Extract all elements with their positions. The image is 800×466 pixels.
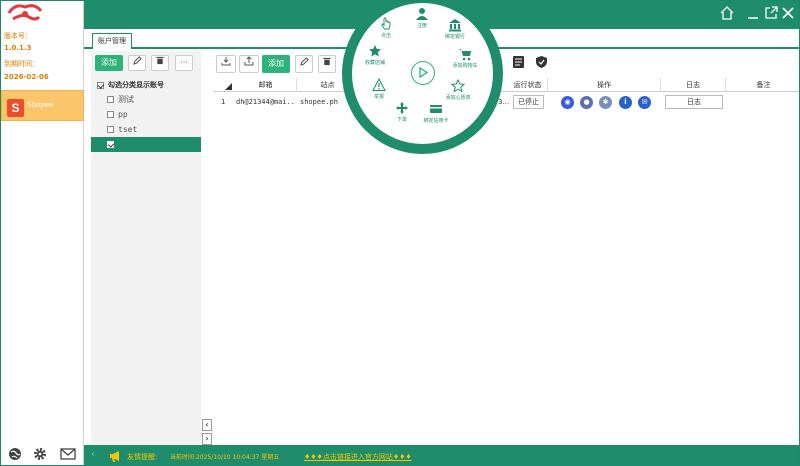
- table-header: 邮箱 站点 运行状态 操作 日志 备注: [213, 78, 799, 92]
- mail-icon[interactable]: [60, 447, 76, 463]
- radial-menu-inner: 注册 绑定银行 添加购物车 添加心愿单 绑定信用卡 下单 举报 收藏店铺 点击: [352, 3, 493, 144]
- play-button[interactable]: [411, 61, 435, 85]
- star-icon: [369, 45, 381, 57]
- trash-icon: [323, 57, 331, 66]
- more-button[interactable]: ···: [175, 55, 193, 71]
- row-email: dh@21344@mai...: [236, 98, 296, 106]
- bank-icon: [449, 19, 461, 32]
- shield-check-icon[interactable]: [533, 55, 549, 73]
- category-panel: 添加 ··· 勾选分类显示账号 测试 pp tset: [91, 51, 201, 445]
- category-item-selected[interactable]: [91, 137, 201, 152]
- shopee-bag-icon: S: [7, 99, 24, 117]
- category-checkbox[interactable]: [107, 111, 114, 118]
- play-icon: [419, 66, 429, 79]
- scroll-right-button[interactable]: ›: [202, 433, 212, 445]
- star-outline-icon: [451, 79, 465, 93]
- reminder-label: 友情提醒:: [127, 453, 158, 461]
- minimize-icon[interactable]: [744, 6, 762, 24]
- sidebar: 版本号： 1.0.1.3 到期时间： 2026-02-06 S Shopee: [1, 1, 84, 465]
- upload-icon: [244, 56, 254, 66]
- radial-item-report[interactable]: 举报: [359, 78, 399, 100]
- category-checkbox[interactable]: [107, 126, 114, 133]
- radial-item-add-wishlist[interactable]: 添加心愿单: [438, 79, 478, 101]
- sidebar-footer: [1, 447, 84, 463]
- chevron-left-icon[interactable]: ‹: [91, 449, 95, 460]
- radial-item-bind-card[interactable]: 绑定信用卡: [416, 102, 456, 124]
- sidebar-item-shopee[interactable]: S Shopee: [1, 90, 84, 121]
- import-button[interactable]: [216, 55, 236, 73]
- table-row[interactable]: 1 dh@21344@mai... shopee.ph 3... 已停止 ◉ ●…: [213, 92, 799, 112]
- category-label: tset: [118, 125, 138, 134]
- radial-item-bind-bank[interactable]: 绑定银行: [435, 18, 475, 40]
- version-value: 1.0.1.3: [4, 44, 32, 52]
- pointer-icon: [381, 17, 391, 30]
- current-time: 当前时间:2025/10/10 10:04:37 星期五: [170, 454, 280, 461]
- app-logo: [5, 3, 45, 25]
- chrome-icon[interactable]: ◉: [561, 96, 574, 109]
- status-stopped-button[interactable]: 已停止: [513, 95, 544, 109]
- warning-icon: [372, 78, 386, 91]
- category-header-label: 勾选分类显示账号: [108, 81, 164, 89]
- edit-account-button[interactable]: [295, 55, 313, 73]
- download-icon: [221, 57, 231, 66]
- platform-label: Shopee: [27, 101, 54, 109]
- version-label: 版本号：: [4, 32, 32, 40]
- email-icon[interactable]: ✉: [638, 96, 651, 109]
- info-icon[interactable]: i: [619, 96, 632, 109]
- radial-item-add-cart[interactable]: 添加购物车: [445, 47, 485, 69]
- export-button[interactable]: [239, 55, 259, 73]
- category-header[interactable]: 勾选分类显示账号: [97, 80, 164, 90]
- document-list-icon[interactable]: [510, 55, 526, 73]
- radial-item-click[interactable]: 点击: [366, 17, 406, 39]
- category-item[interactable]: tset: [91, 122, 201, 137]
- column-header-note: 备注: [756, 81, 771, 89]
- expire-label: 到期时间：: [4, 60, 39, 68]
- cookie-icon[interactable]: ●: [580, 96, 593, 109]
- category-label: pp: [118, 110, 128, 119]
- pencil-icon: [132, 56, 142, 65]
- add-account-button[interactable]: 添加: [262, 55, 290, 73]
- column-header-status: 运行状态: [508, 78, 548, 92]
- status-bar: ‹ 友情提醒: 当前时间:2025/10/10 10:04:37 星期五 ♦♦♦…: [84, 445, 799, 465]
- close-icon[interactable]: [779, 6, 797, 24]
- official-site-link[interactable]: ♦♦♦点击链接进入官方网站♦♦♦: [304, 452, 412, 462]
- tab-account-management[interactable]: 账户管理: [92, 33, 132, 49]
- move-icon: [396, 102, 408, 114]
- radial-item-order[interactable]: 下单: [382, 101, 422, 123]
- pencil-icon: [299, 57, 309, 66]
- person-icon: [416, 8, 428, 20]
- account-panel: 添加 邮箱 站点 运行状态 操作 日志 备注 1 dh@21344@mai...…: [213, 51, 799, 445]
- edit-category-button[interactable]: [128, 55, 146, 71]
- column-header-actions: 操作: [548, 78, 661, 92]
- row-index: 1: [221, 98, 226, 106]
- trash-icon: [156, 56, 164, 65]
- gear-icon[interactable]: [33, 447, 49, 463]
- fan-icon[interactable]: ✱: [599, 96, 612, 109]
- log-button[interactable]: 日志: [665, 95, 723, 109]
- delete-account-button[interactable]: [318, 55, 336, 73]
- app-window: 版本号： 1.0.1.3 到期时间： 2026-02-06 S Shopee 账…: [0, 0, 800, 466]
- category-item[interactable]: 测试: [91, 92, 201, 107]
- category-label: 测试: [118, 95, 134, 104]
- cart-icon: [459, 49, 471, 61]
- select-all-checkbox[interactable]: [97, 81, 104, 89]
- add-category-button[interactable]: 添加: [95, 55, 123, 71]
- category-item[interactable]: pp: [91, 107, 201, 122]
- scroll-left-button[interactable]: ‹: [202, 419, 212, 431]
- column-header-email: 邮箱: [235, 78, 297, 92]
- globe-icon[interactable]: [8, 447, 24, 463]
- radial-menu: 注册 绑定银行 添加购物车 添加心愿单 绑定信用卡 下单 举报 收藏店铺 点击: [342, 1, 503, 154]
- expire-date: 2026-02-06: [4, 73, 49, 81]
- radial-item-favorite-shop[interactable]: 收藏店铺: [355, 44, 395, 66]
- category-checkbox[interactable]: [107, 96, 114, 103]
- credit-card-icon: [430, 105, 442, 113]
- row-note: [726, 92, 799, 112]
- column-header-log: 日志: [661, 78, 726, 92]
- home-icon[interactable]: [718, 6, 736, 24]
- megaphone-icon: [110, 451, 119, 462]
- delete-category-button[interactable]: [151, 55, 169, 71]
- category-checkbox[interactable]: [107, 141, 114, 148]
- popout-icon[interactable]: [762, 6, 780, 24]
- corner-marker: [225, 83, 232, 90]
